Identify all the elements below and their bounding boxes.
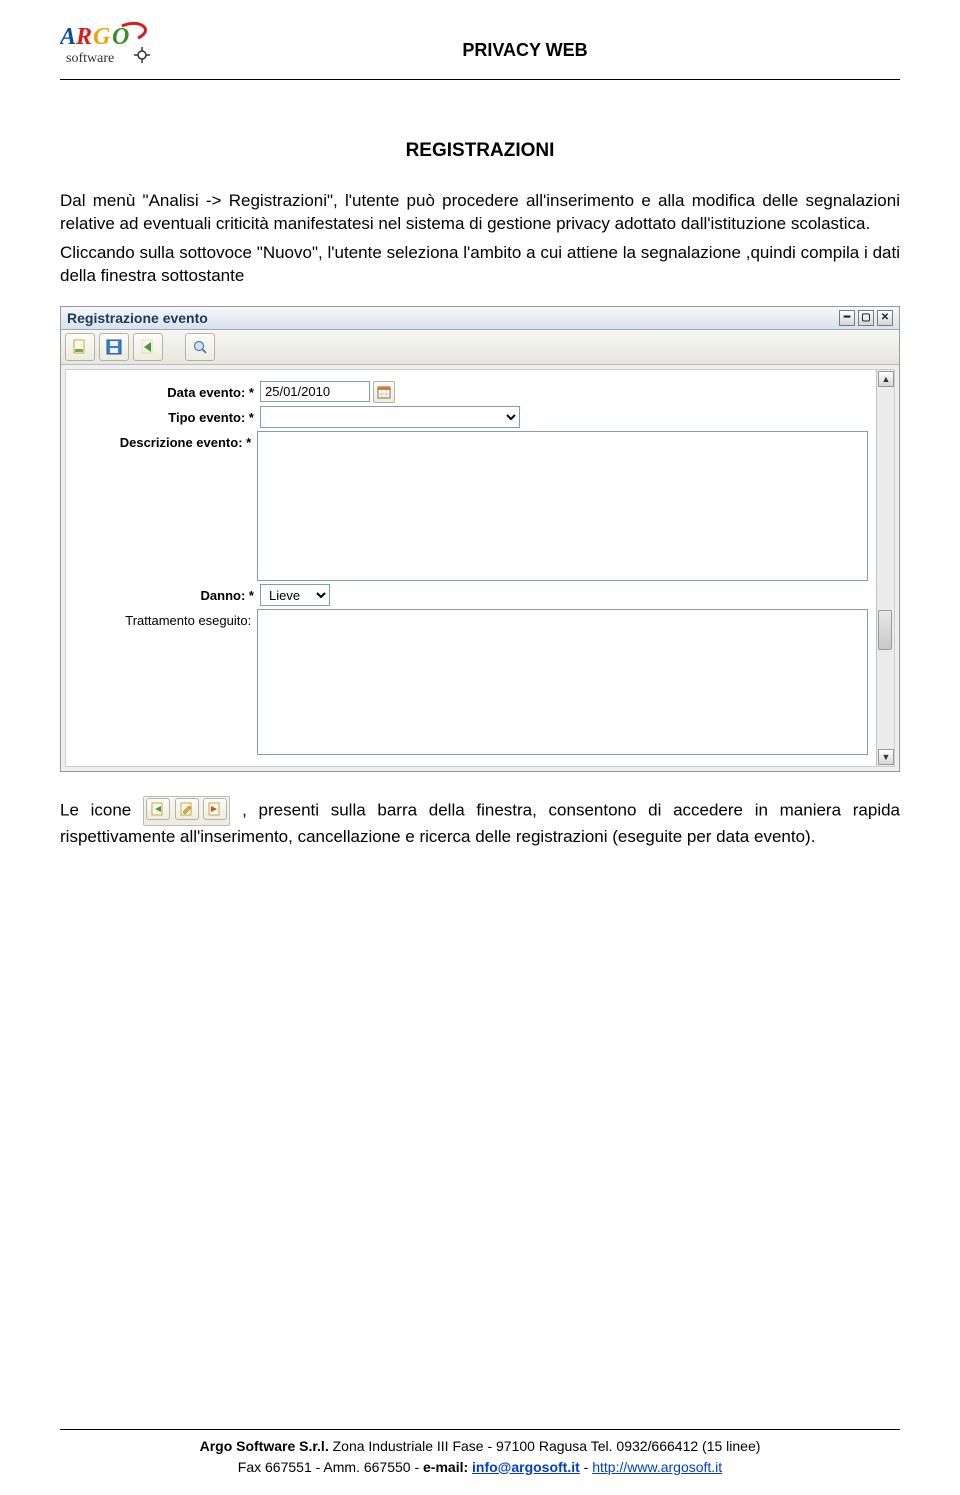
data-evento-input[interactable] — [260, 381, 370, 402]
svg-text:A: A — [60, 24, 76, 50]
svg-text:R: R — [75, 24, 92, 50]
calendar-icon — [377, 385, 391, 399]
search-button[interactable] — [185, 333, 215, 361]
scroll-down-button[interactable]: ▼ — [878, 749, 894, 765]
inline-icon-group — [143, 796, 230, 826]
paragraph-1: Dal menù "Analisi -> Registrazioni", l'u… — [60, 190, 900, 236]
window-titlebar: Registrazione evento ━ ▢ ✕ — [61, 307, 899, 330]
paragraph-3: Le icone , presenti sulla barra della fi… — [60, 796, 900, 849]
scroll-up-button[interactable]: ▲ — [878, 371, 894, 387]
minimize-button[interactable]: ━ — [839, 310, 855, 326]
window-title: Registrazione evento — [67, 310, 208, 326]
arrow-left-icon — [139, 338, 157, 356]
maximize-button[interactable]: ▢ — [858, 310, 874, 326]
new-button[interactable] — [65, 333, 95, 361]
inline-edit-icon — [175, 798, 199, 820]
label-trattamento: Trattamento eseguito: — [70, 609, 257, 628]
vertical-scrollbar[interactable]: ▲ ▼ — [876, 370, 894, 766]
footer-divider — [60, 1429, 900, 1430]
file-icon — [71, 338, 89, 356]
page-header-title: PRIVACY WEB — [150, 20, 900, 61]
logo: A R G O software — [60, 20, 150, 75]
close-button[interactable]: ✕ — [877, 310, 893, 326]
arrow-left-doc-icon — [150, 801, 166, 817]
trattamento-textarea[interactable] — [257, 609, 868, 755]
back-arrow-button[interactable] — [133, 333, 163, 361]
footer-company: Argo Software S.r.l. — [200, 1438, 329, 1454]
footer-addr: Zona Industriale III Fase - 97100 Ragusa… — [329, 1438, 761, 1454]
divider — [60, 79, 900, 80]
svg-text:O: O — [112, 24, 129, 50]
save-button[interactable] — [99, 333, 129, 361]
danno-select[interactable]: Lieve — [260, 584, 330, 606]
window-toolbar — [61, 330, 899, 365]
label-tipo-evento: Tipo evento: * — [70, 406, 260, 425]
svg-text:G: G — [93, 24, 111, 50]
paragraph-2: Cliccando sulla sottovoce "Nuovo", l'ute… — [60, 242, 900, 288]
arrow-right-doc-icon — [207, 801, 223, 817]
pencil-doc-icon — [179, 801, 195, 817]
label-danno: Danno: * — [70, 584, 260, 603]
footer-text: Argo Software S.r.l. Zona Industriale II… — [60, 1436, 900, 1477]
calendar-button[interactable] — [373, 381, 395, 403]
tipo-evento-select[interactable] — [260, 406, 520, 428]
label-descrizione-evento: Descrizione evento: * — [70, 431, 257, 450]
magnifier-icon — [191, 338, 209, 356]
footer-fax: Fax 667551 - Amm. 667550 - — [238, 1459, 423, 1475]
floppy-icon — [105, 338, 123, 356]
inline-insert-icon — [146, 798, 170, 820]
scroll-thumb[interactable] — [878, 610, 892, 650]
label-data-evento: Data evento: * — [70, 381, 260, 400]
footer-email-link[interactable]: info@argosoft.it — [472, 1459, 580, 1475]
form-area: ▲ ▼ Data evento: * Tipo evento: * Descri… — [65, 369, 895, 767]
footer-url-link[interactable]: http://www.argosoft.it — [592, 1459, 722, 1475]
footer-email-label: e-mail: — [423, 1459, 472, 1475]
footer-sep: - — [580, 1459, 592, 1475]
section-title: REGISTRAZIONI — [60, 140, 900, 162]
svg-text:software: software — [66, 51, 114, 66]
inline-delete-icon — [203, 798, 227, 820]
descrizione-evento-textarea[interactable] — [257, 431, 868, 581]
event-registration-window: Registrazione evento ━ ▢ ✕ ▲ — [60, 306, 900, 772]
para3-lead: Le icone — [60, 800, 143, 819]
